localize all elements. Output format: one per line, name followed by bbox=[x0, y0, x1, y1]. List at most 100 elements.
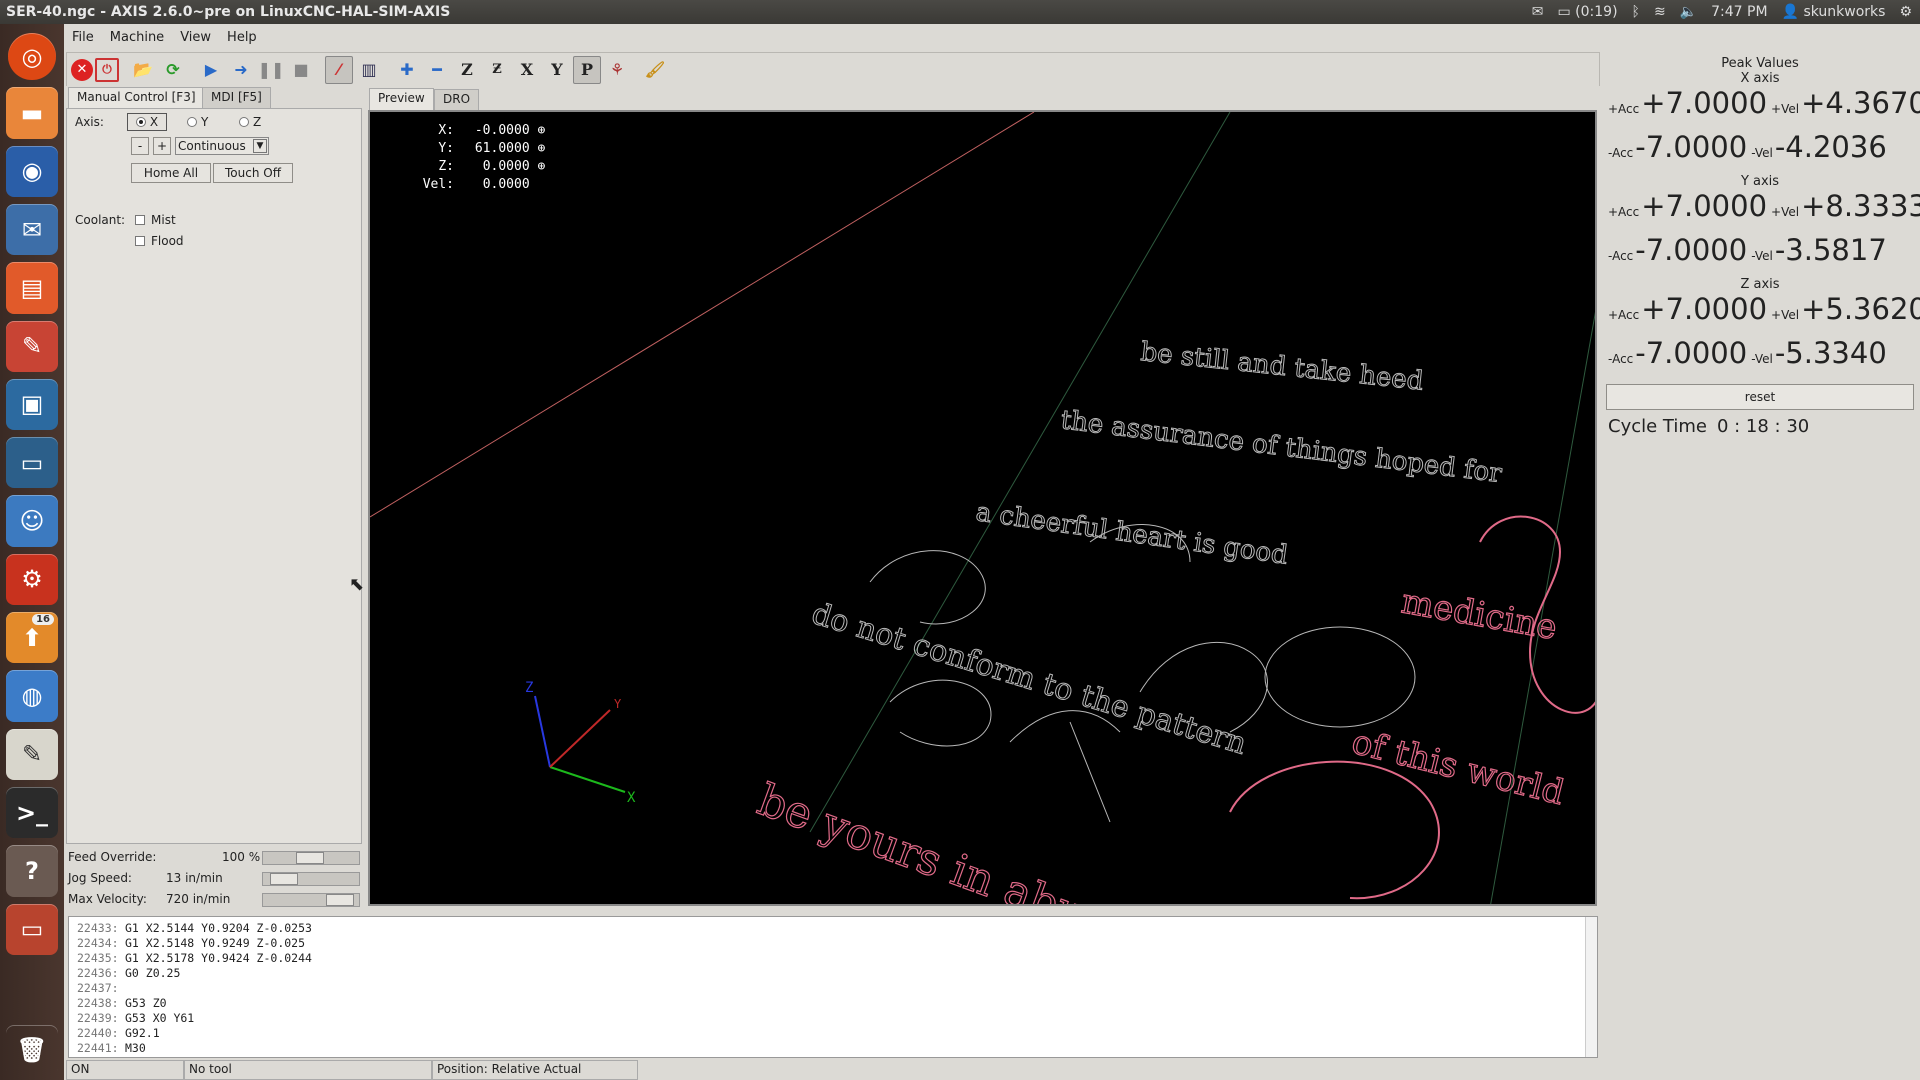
z-axis-minus-row: -Acc -7.0000 -Vel -5.3340 bbox=[1608, 336, 1887, 370]
battery-indicator[interactable]: ▭ (0:19) bbox=[1557, 4, 1617, 20]
gcode-line: 22439: G53 X0 Y61 bbox=[77, 1011, 1589, 1026]
optional-stop-icon[interactable]: ▥ bbox=[355, 56, 383, 84]
z-axis-plus-row: +Acc +7.0000 +Vel +5.3620 bbox=[1600, 292, 1920, 336]
tab-manual-control[interactable]: Manual Control [F3] bbox=[68, 87, 205, 109]
view-x-icon[interactable]: X bbox=[513, 56, 541, 84]
axis-gizmo: Z X Y bbox=[525, 680, 636, 806]
block-delete-icon[interactable]: ⁄ bbox=[325, 55, 353, 84]
ubuntu-home-icon[interactable]: ◎ bbox=[8, 33, 56, 81]
software-updater-icon[interactable]: ⬆ 16 bbox=[6, 612, 58, 664]
run-icon[interactable]: ▶ bbox=[197, 56, 225, 84]
system-top-bar: SER-40.ngc - AXIS 2.6.0~pre on LinuxCNC-… bbox=[0, 0, 1920, 24]
user-menu[interactable]: 👤 skunkworks bbox=[1782, 4, 1886, 20]
machine-state: ON bbox=[66, 1060, 184, 1080]
engraving-curve bbox=[1009, 710, 1121, 823]
thunderbird-icon[interactable]: ✉ bbox=[6, 203, 58, 256]
rotate-view-icon[interactable]: ⚘ bbox=[603, 56, 631, 84]
tab-dro[interactable]: DRO bbox=[434, 89, 480, 111]
help-icon[interactable]: ? bbox=[6, 845, 58, 897]
axis-radio-x[interactable]: X bbox=[127, 113, 167, 131]
settings-icon[interactable]: ✎ bbox=[6, 320, 58, 372]
files-icon[interactable]: ▬ bbox=[6, 87, 58, 139]
menubar: File Machine View Help bbox=[64, 24, 1920, 50]
machine-power-icon[interactable]: ⏻ bbox=[95, 57, 119, 82]
feed-override-slider[interactable] bbox=[262, 851, 360, 865]
trash-icon[interactable]: 🗑 bbox=[6, 1025, 58, 1076]
gcode-line-number: 22433: bbox=[77, 921, 119, 935]
menu-help[interactable]: Help bbox=[219, 30, 265, 45]
clock[interactable]: 7:47 PM bbox=[1711, 4, 1767, 20]
menu-machine[interactable]: Machine bbox=[102, 30, 172, 45]
menu-view[interactable]: View bbox=[172, 30, 219, 45]
jog-minus-button[interactable]: - bbox=[131, 137, 149, 155]
engraving-text: do not conform to the pattern bbox=[808, 596, 1251, 762]
jog-plus-button[interactable]: + bbox=[153, 137, 171, 155]
max-velocity-value: 720 in/min bbox=[166, 892, 231, 906]
axis-radio-z[interactable]: Z bbox=[239, 115, 261, 131]
tab-mdi[interactable]: MDI [F5] bbox=[202, 87, 271, 109]
jog-speed-handle[interactable] bbox=[269, 873, 298, 885]
pause-icon[interactable]: ❚❚ bbox=[257, 56, 285, 84]
max-velocity-slider[interactable] bbox=[262, 893, 360, 907]
step-icon[interactable]: ➜ bbox=[227, 56, 255, 84]
gcode-line: 22440: G92.1 bbox=[77, 1026, 1589, 1041]
view-perspective-icon[interactable]: P bbox=[573, 55, 601, 84]
firefox-icon[interactable]: ◉ bbox=[6, 145, 58, 197]
tab-preview[interactable]: Preview bbox=[369, 88, 434, 110]
chromium-icon[interactable]: ◍ bbox=[6, 670, 58, 722]
jog-speed-label: Jog Speed: bbox=[68, 871, 132, 885]
chat-icon[interactable]: ☺ bbox=[6, 495, 58, 547]
text-editor-icon[interactable]: ✎ bbox=[6, 728, 58, 780]
feed-override-handle[interactable] bbox=[296, 852, 324, 864]
tool-status: No tool bbox=[184, 1060, 432, 1080]
gcode-line-text: M30 bbox=[125, 1041, 146, 1055]
gear-icon[interactable]: ⚙ bbox=[1899, 4, 1912, 20]
z-pacc: +7.0000 bbox=[1641, 292, 1768, 326]
jog-speed-slider[interactable] bbox=[262, 872, 360, 886]
jog-increment-select[interactable]: Continuous ▼ bbox=[175, 137, 269, 155]
x-pacc: +7.0000 bbox=[1641, 86, 1768, 120]
clear-backplot-icon[interactable]: 🖌 bbox=[641, 56, 669, 84]
home-all-button[interactable]: Home All bbox=[131, 163, 211, 183]
feed-override-value: 100 % bbox=[222, 850, 261, 864]
status-bar: ON No tool Position: Relative Actual bbox=[66, 1060, 1920, 1080]
toolpath-preview[interactable]: X: -0.0000 ⊕ Y: 61.0000 ⊕ Z: 0.0000 ⊕ Ve… bbox=[368, 110, 1597, 906]
open-file-icon[interactable]: 📂 bbox=[129, 56, 157, 84]
estop-icon[interactable]: ✕ bbox=[71, 58, 93, 81]
axis-radio-y[interactable]: Y bbox=[187, 115, 208, 131]
view-y-icon[interactable]: Y bbox=[543, 56, 571, 84]
gcode-listing[interactable]: 22433: G1 X2.5144 Y0.9204 Z-0.0253 22434: G… bbox=[68, 916, 1598, 1058]
gcode-line-number: 22440: bbox=[77, 1026, 119, 1040]
package-icon[interactable]: ▤ bbox=[6, 262, 58, 314]
z-axis-label: Z bbox=[525, 680, 533, 696]
z-axis-title: Z axis bbox=[1740, 277, 1780, 292]
x-macc: -7.0000 bbox=[1635, 130, 1748, 164]
flood-checkbox[interactable]: Flood bbox=[135, 234, 184, 248]
virtualbox-icon[interactable]: ▣ bbox=[6, 378, 58, 431]
bluetooth-icon[interactable]: ᛒ bbox=[1632, 4, 1640, 20]
zoom-out-icon[interactable]: ━ bbox=[423, 56, 451, 84]
remote-desktop-icon[interactable]: ▭ bbox=[6, 437, 58, 489]
mail-icon[interactable]: ✉ bbox=[1532, 4, 1544, 20]
stop-icon[interactable]: ■ bbox=[287, 56, 315, 84]
view-z-icon[interactable]: Z bbox=[453, 56, 481, 84]
volume-icon[interactable]: 🔈 bbox=[1680, 4, 1697, 20]
reload-icon[interactable]: ⟳ bbox=[159, 56, 187, 84]
zoom-in-icon[interactable]: ✚ bbox=[393, 56, 421, 84]
touch-off-button[interactable]: Touch Off bbox=[213, 163, 293, 183]
axis-label: Axis: bbox=[75, 115, 104, 129]
system-settings-icon[interactable]: ⚙ bbox=[6, 553, 58, 606]
gcode-scrollbar[interactable] bbox=[1585, 917, 1597, 1057]
view-z2-icon[interactable]: Ƶ bbox=[483, 56, 511, 84]
wifi-icon[interactable]: ≋ bbox=[1654, 4, 1666, 20]
chevron-down-icon[interactable]: ▼ bbox=[253, 139, 267, 153]
gcode-line-number: 22441: bbox=[77, 1041, 119, 1055]
menu-file[interactable]: File bbox=[64, 30, 102, 45]
gcode-line-text: G92.1 bbox=[125, 1026, 160, 1040]
x-axis-plus-row: +Acc +7.0000 +Vel +4.3670 bbox=[1600, 86, 1920, 130]
max-velocity-handle[interactable] bbox=[325, 894, 354, 906]
reset-button[interactable]: reset bbox=[1606, 384, 1914, 410]
mist-checkbox[interactable]: Mist bbox=[135, 213, 176, 227]
axis-app-icon[interactable]: ▭ bbox=[6, 903, 58, 955]
terminal-icon[interactable]: >_ bbox=[6, 786, 58, 839]
